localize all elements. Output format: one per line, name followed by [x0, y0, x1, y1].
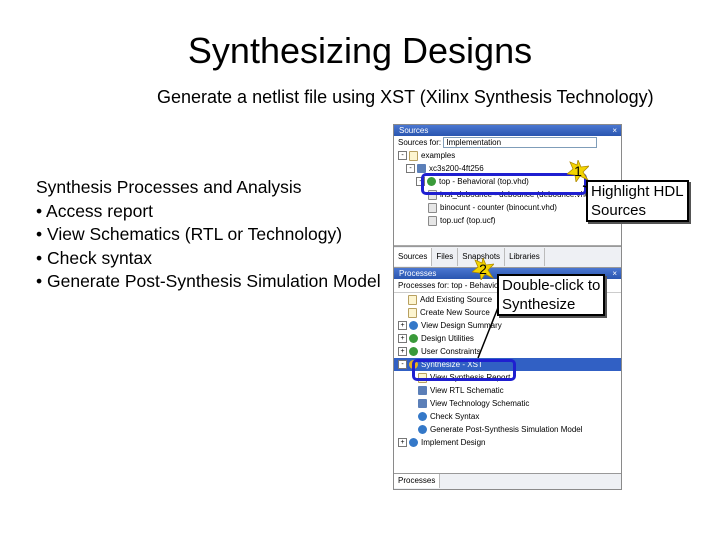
callout-connectors [477, 185, 601, 359]
callout-double-click: Double-click to Synthesize [497, 274, 606, 316]
step-marker-1: 1 [567, 160, 589, 182]
callout-highlight-hdl: Highlight HDL Sources [586, 180, 689, 222]
step-marker-2: 2 [472, 258, 494, 280]
